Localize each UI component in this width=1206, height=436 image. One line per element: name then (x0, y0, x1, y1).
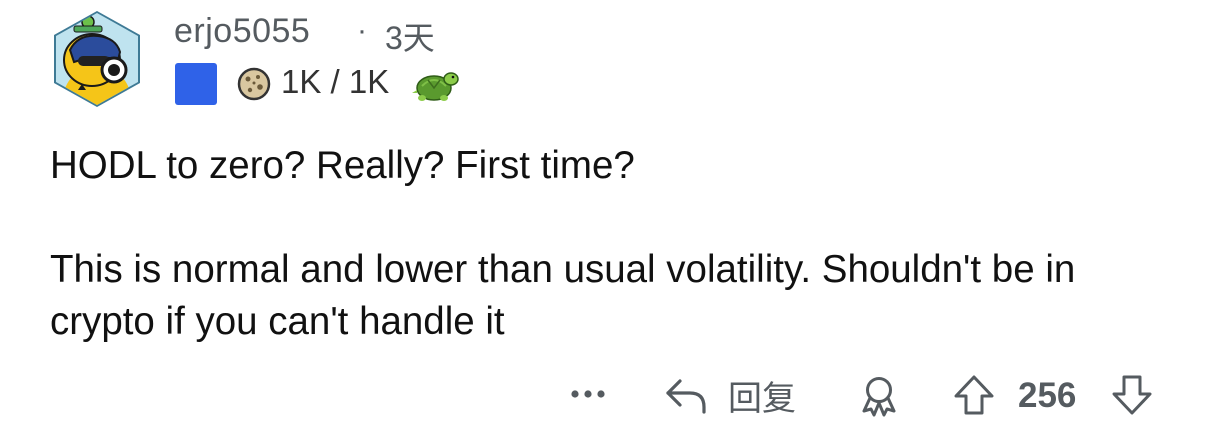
reply-label: 回复 (728, 379, 796, 418)
vote-score: 256 (1018, 376, 1077, 415)
comment-timestamp[interactable]: 3天 (385, 13, 435, 59)
reply-arrow-icon (666, 379, 706, 414)
flair-badge (175, 63, 217, 105)
arrow-down-icon[interactable] (1110, 373, 1154, 417)
turtle-icon (412, 72, 459, 101)
flair-karma: 1K / 1K (281, 63, 390, 100)
meta-separator: · (357, 14, 367, 47)
comment-paragraph: This is normal and lower than usual vola… (50, 248, 1076, 343)
comment-body: HODL to zero? Really? First time? This i… (50, 140, 1180, 348)
arrow-up-icon[interactable] (952, 373, 996, 417)
moon-cookie-icon (237, 67, 271, 101)
reply-button[interactable]: 回复 (664, 373, 796, 418)
award-icon[interactable] (858, 375, 900, 417)
more-horizontal-icon[interactable] (568, 384, 608, 404)
author-username[interactable]: erjo5055 (174, 12, 310, 51)
user-avatar[interactable] (48, 10, 146, 108)
comment-paragraph: HODL to zero? Really? First time? (50, 144, 635, 187)
